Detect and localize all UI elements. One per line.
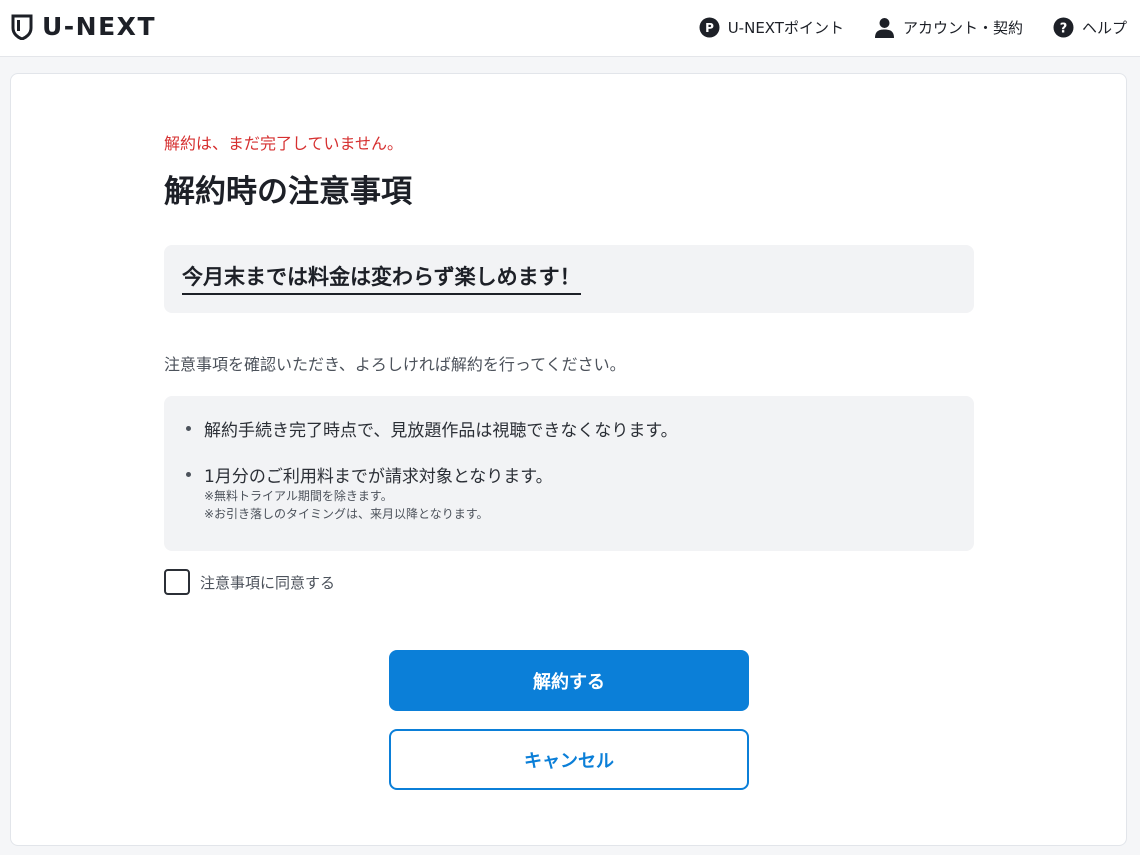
nav-account[interactable]: アカウント・契約 <box>874 17 1023 38</box>
nav-help[interactable]: ? ヘルプ <box>1053 17 1127 38</box>
header-nav: P U-NEXTポイント アカウント・契約 ? ヘルプ <box>669 14 1127 40</box>
cancellation-card: 解約は、まだ完了していません。 解約時の注意事項 今月末までは料金は変わらず楽し… <box>10 73 1127 846</box>
list-item-text: 1月分のご利用料までが請求対象となります。 <box>204 467 553 487</box>
highlight-panel: 今月末までは料金は変わらず楽しめます！ <box>164 245 974 313</box>
list-item: 1月分のご利用料までが請求対象となります。 ※無料トライアル期間を除きます。 ※… <box>186 462 553 523</box>
intro-text: 注意事項を確認いただき、よろしければ解約を行ってください。 <box>164 355 626 374</box>
nav-account-label: アカウント・契約 <box>902 18 1023 37</box>
logo[interactable]: U-NEXT <box>11 11 157 41</box>
logo-text: U-NEXT <box>42 11 157 41</box>
list-item: 解約手続き完了時点で、見放題作品は視聴できなくなります。 <box>186 416 678 441</box>
help-circle-icon: ? <box>1053 17 1074 37</box>
agree-checkbox[interactable] <box>164 569 190 595</box>
list-item-note: ※無料トライアル期間を除きます。 <box>204 489 393 503</box>
person-icon <box>874 17 894 38</box>
list-item-text: 解約手続き完了時点で、見放題作品は視聴できなくなります。 <box>204 421 678 441</box>
nav-points-label: U-NEXTポイント <box>727 18 844 37</box>
point-coin-icon: P <box>699 17 720 37</box>
list-item-note: ※お引き落しのタイミングは、来月以降となります。 <box>204 507 489 521</box>
svg-text:?: ? <box>1060 21 1068 36</box>
page-title: 解約時の注意事項 <box>164 174 412 210</box>
notice-list: 解約手続き完了時点で、見放題作品は視聴できなくなります。 1月分のご利用料までが… <box>164 396 974 551</box>
nav-points[interactable]: P U-NEXTポイント <box>699 17 844 38</box>
not-completed-notice: 解約は、まだ完了していません。 <box>164 134 404 153</box>
agree-checkbox-row[interactable]: 注意事項に同意する <box>164 569 335 595</box>
bullet <box>186 426 191 431</box>
nav-help-label: ヘルプ <box>1081 18 1127 37</box>
agree-label: 注意事項に同意する <box>200 573 336 592</box>
top-header: U-NEXT P U-NEXTポイント アカウント・契約 ? ヘルプ <box>0 0 1140 57</box>
back-button[interactable]: キャンセル <box>389 729 749 790</box>
highlight-text: 今月末までは料金は変わらず楽しめます！ <box>182 261 581 295</box>
shield-logo-icon <box>11 14 33 40</box>
bullet <box>186 472 191 477</box>
svg-text:P: P <box>705 21 714 35</box>
cancel-contract-button[interactable]: 解約する <box>389 650 749 711</box>
